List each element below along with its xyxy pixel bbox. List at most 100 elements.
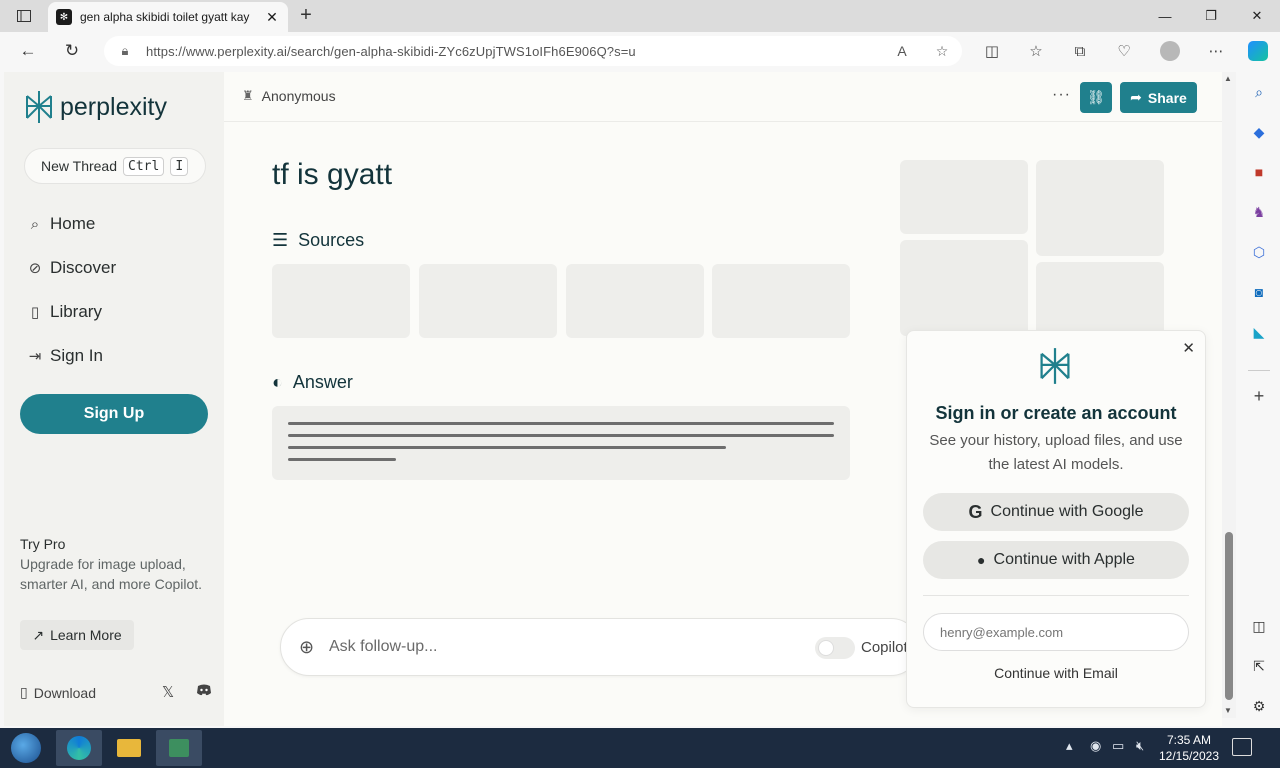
follow-up-input[interactable]: Ask follow-up...: [329, 638, 437, 656]
share-button[interactable]: ➦ Share: [1120, 82, 1197, 113]
drop-icon[interactable]: ◣: [1249, 322, 1269, 342]
continue-with-apple-button[interactable]: ● Continue with Apple: [923, 541, 1189, 579]
user-indicator: ♜ Anonymous: [242, 88, 336, 104]
sidebar-item-label: Library: [50, 302, 102, 321]
sidebar: perplexity New Thread Ctrl I ⌕ Home ⊘ Di…: [4, 72, 224, 726]
restore-icon[interactable]: ❐: [1188, 0, 1234, 32]
sidebar-item-discover[interactable]: ⊘ Discover: [26, 258, 116, 278]
browser-tab-bar: ✻ gen alpha skibidi toilet gyatt kay ✕ +…: [0, 0, 1280, 32]
copilot-toggle[interactable]: [815, 637, 855, 659]
tools-briefcase-icon[interactable]: ■: [1249, 162, 1269, 182]
try-pro-text: Upgrade for image upload, smarter AI, an…: [20, 556, 203, 592]
add-icon[interactable]: +: [1249, 386, 1269, 406]
copilot-label: Copilot: [861, 639, 908, 656]
perplexity-favicon-icon: ✻: [56, 9, 72, 25]
add-plus-icon[interactable]: ⊕: [299, 637, 314, 658]
thread-header: ♜ Anonymous ··· ⛓ ➦ Share: [224, 72, 1222, 122]
volume-muted-icon[interactable]: 🔇︎: [1136, 738, 1144, 754]
discord-icon[interactable]: [196, 683, 212, 700]
refresh-icon[interactable]: ↻: [58, 38, 86, 64]
x-twitter-icon[interactable]: 𝕏: [162, 683, 174, 701]
close-icon[interactable]: ✕: [1182, 339, 1195, 357]
browser-essentials-icon[interactable]: ♡: [1112, 40, 1136, 62]
sign-up-button[interactable]: Sign Up: [20, 394, 208, 434]
share-label: Share: [1147, 89, 1187, 106]
system-clock[interactable]: 7:35 AM 12/15/2023: [1158, 732, 1220, 764]
answer-icon: ◐: [272, 372, 283, 392]
image-placeholder: [900, 160, 1028, 234]
profile-avatar-icon[interactable]: [1158, 40, 1182, 62]
read-aloud-icon[interactable]: A: [882, 43, 922, 59]
compass-icon: ⊘: [28, 260, 42, 277]
meet-now-icon[interactable]: ◉: [1090, 738, 1101, 754]
windows-start-icon[interactable]: [6, 730, 46, 766]
popup-subtitle: See your history, upload files, and use …: [929, 432, 1183, 473]
window-close-icon[interactable]: ✕: [1234, 0, 1280, 32]
continue-with-email-button[interactable]: Continue with Email: [907, 665, 1205, 681]
download-link[interactable]: ▯ Download: [20, 684, 96, 701]
kbd-ctrl: Ctrl: [123, 156, 165, 176]
sidebar-item-label: Discover: [50, 258, 117, 277]
sidebar-item-label: Home: [50, 214, 96, 233]
google-label: Continue with Google: [990, 503, 1144, 520]
apple-icon: ●: [977, 552, 986, 568]
favorites-icon[interactable]: ☆: [1024, 40, 1048, 62]
more-options-icon[interactable]: ···: [1052, 86, 1071, 104]
copilot-icon[interactable]: [1246, 40, 1270, 62]
perplexity-logo[interactable]: perplexity: [24, 90, 167, 124]
more-menu-icon[interactable]: ⋯: [1204, 40, 1228, 62]
image-placeholder: [1036, 160, 1164, 256]
email-field[interactable]: [923, 613, 1189, 651]
page-scrollbar[interactable]: ▲ ▼: [1222, 72, 1236, 718]
browser-tab[interactable]: ✻ gen alpha skibidi toilet gyatt kay ✕: [48, 2, 288, 32]
sidebar-toggle-icon[interactable]: ◫: [1249, 616, 1269, 636]
sign-in-icon: ⇥: [28, 348, 42, 365]
sources-label: Sources: [298, 230, 365, 250]
learn-more-button[interactable]: ↗ Learn More: [20, 620, 134, 650]
games-icon[interactable]: ♞: [1249, 202, 1269, 222]
scrollbar-thumb[interactable]: [1225, 532, 1233, 700]
tray-overflow-icon[interactable]: ▴: [1066, 738, 1073, 754]
outlook-icon[interactable]: ◙: [1249, 282, 1269, 302]
sidebar-item-label: Sign In: [50, 346, 103, 365]
settings-gear-icon[interactable]: ⚙: [1249, 696, 1269, 716]
file-explorer-icon[interactable]: [106, 730, 152, 766]
back-icon[interactable]: ←: [14, 38, 42, 64]
search-icon[interactable]: ⌕: [1249, 82, 1269, 102]
new-thread-label: New Thread: [41, 158, 118, 174]
try-pro-title: Try Pro: [20, 536, 66, 552]
favorite-star-icon[interactable]: ☆: [922, 43, 962, 60]
sidebar-item-sign-in[interactable]: ⇥ Sign In: [26, 346, 103, 366]
scroll-down-icon[interactable]: ▼: [1224, 706, 1232, 715]
learn-more-label: Learn More: [50, 627, 122, 643]
app-taskbar-icon[interactable]: [156, 730, 202, 766]
microsoft365-icon[interactable]: ⬡: [1249, 242, 1269, 262]
shopping-tag-icon[interactable]: ◆: [1249, 122, 1269, 142]
toggle-knob: [818, 640, 834, 656]
address-bar[interactable]: 🔒︎ https://www.perplexity.ai/search/gen-…: [104, 36, 962, 66]
notification-icon[interactable]: [1232, 738, 1252, 756]
copy-link-button[interactable]: ⛓: [1080, 82, 1112, 113]
sidebar-item-home[interactable]: ⌕ Home: [26, 214, 96, 234]
kbd-i: I: [170, 156, 189, 176]
new-thread-button[interactable]: New Thread Ctrl I: [24, 148, 206, 184]
sidebar-item-library[interactable]: ▯ Library: [26, 302, 102, 322]
loading-line: [288, 446, 726, 449]
library-icon: ▯: [30, 304, 40, 321]
network-icon[interactable]: ▭: [1112, 738, 1124, 754]
edge-sidebar: ⌕ ◆ ■ ♞ ⬡ ◙ ◣ + ◫ ⇱ ⚙: [1238, 72, 1280, 726]
collections-icon[interactable]: ⧉: [1068, 40, 1092, 62]
user-label: Anonymous: [261, 88, 336, 104]
continue-with-google-button[interactable]: G Continue with Google: [923, 493, 1189, 531]
new-tab-icon[interactable]: +: [296, 5, 316, 26]
tab-close-icon[interactable]: ✕: [264, 9, 280, 26]
tab-actions-icon[interactable]: [10, 6, 38, 26]
split-screen-icon[interactable]: ◫: [980, 40, 1004, 62]
source-card-placeholder: [419, 264, 557, 338]
windows-taskbar: ▴ ◉ ▭ 🔇︎ 7:35 AM 12/15/2023: [0, 728, 1280, 768]
edge-taskbar-icon[interactable]: [56, 730, 102, 766]
try-pro-section: Try Pro Upgrade for image upload, smarte…: [20, 534, 210, 594]
scroll-up-icon[interactable]: ▲: [1224, 74, 1232, 83]
external-link-icon[interactable]: ⇱: [1249, 656, 1269, 676]
minimize-icon[interactable]: —: [1142, 0, 1188, 32]
